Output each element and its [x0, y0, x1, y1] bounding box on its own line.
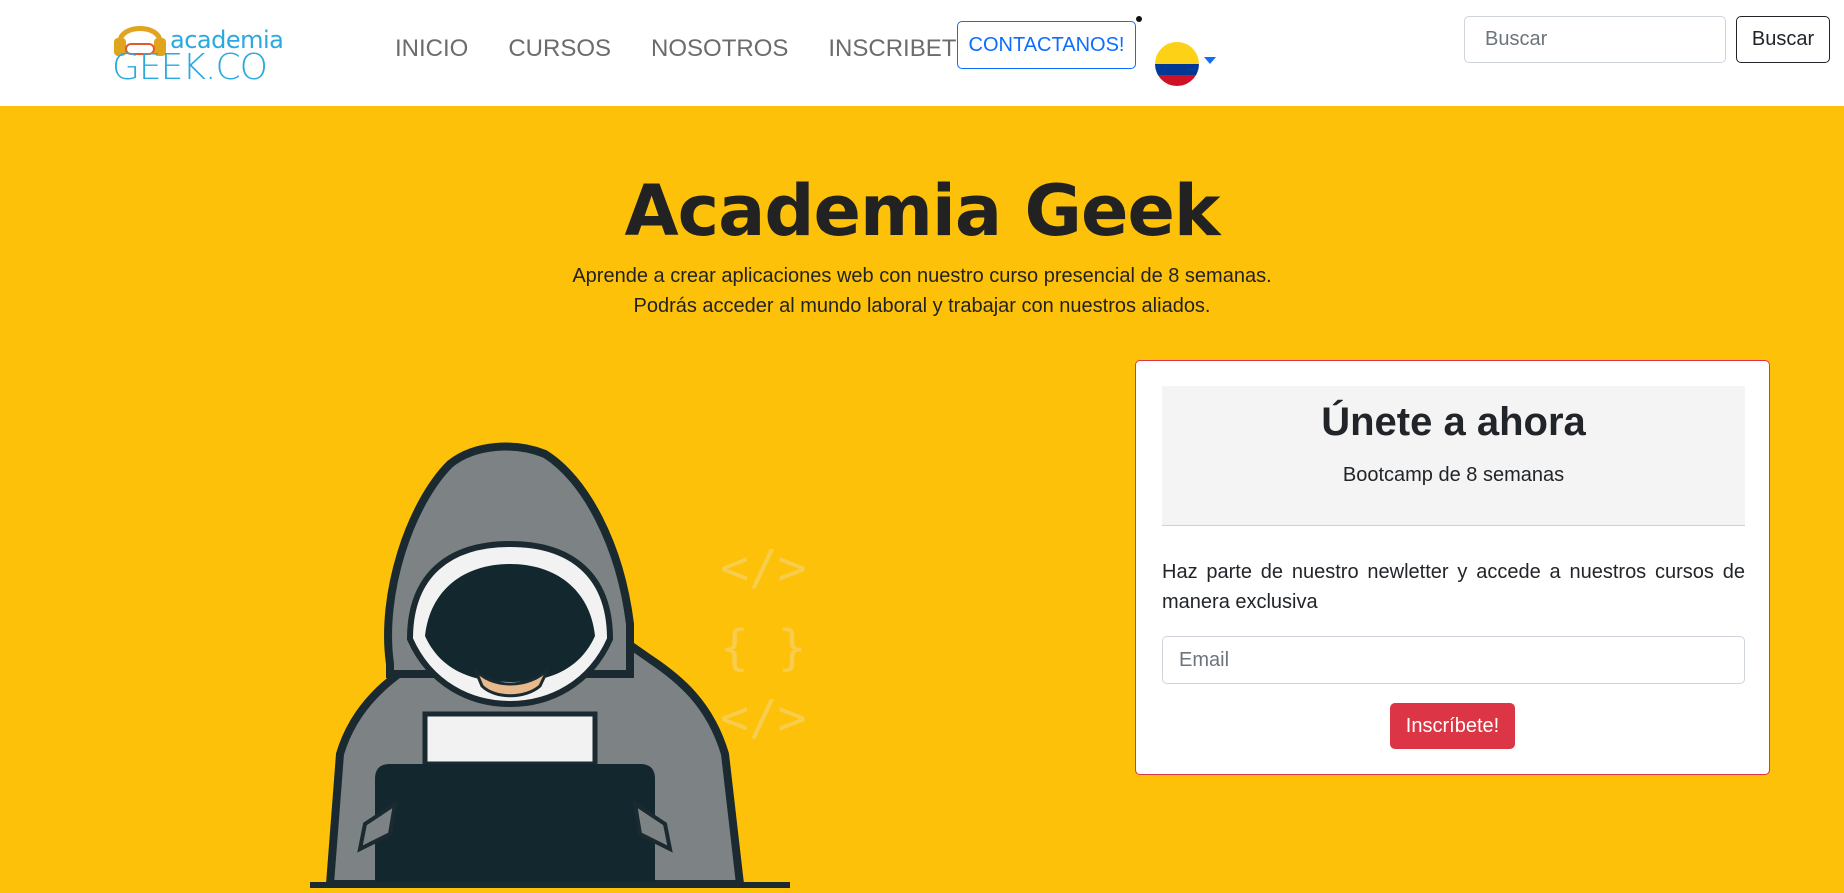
- brand-logo[interactable]: academia GEEK.CO: [112, 16, 284, 88]
- colombia-flag-icon[interactable]: [1155, 42, 1199, 86]
- nav-link-inicio[interactable]: INICIO: [395, 34, 468, 64]
- hero-subtitle: Aprende a crear aplicaciones web con nue…: [0, 261, 1844, 321]
- svg-text:</>: </>: [720, 540, 807, 596]
- hero-title: Academia Geek: [624, 170, 1221, 252]
- svg-text:</>: </>: [720, 690, 807, 746]
- signup-card-subtitle: Bootcamp de 8 semanas: [1342, 464, 1565, 486]
- nav-link-nosotros[interactable]: NOSOTROS: [651, 34, 788, 64]
- status-dot: [1136, 16, 1142, 22]
- contact-button[interactable]: CONTACTANOS!: [957, 21, 1136, 69]
- main-nav: INICIO CURSOS NOSOTROS INSCRIBETE: [395, 34, 1012, 64]
- signup-card-title: Únete a ahora: [1321, 400, 1586, 444]
- nav-link-inscribete[interactable]: INSCRIBETE: [828, 34, 972, 64]
- hero-subtitle-line-1: Aprende a crear aplicaciones web con nue…: [572, 265, 1272, 287]
- brand-big-text: GEEK.CO: [112, 47, 268, 88]
- svg-text:{ }: { }: [720, 620, 807, 676]
- search-button[interactable]: Buscar: [1736, 16, 1830, 63]
- hooded-hacker-illustration: </> { } </>: [310, 442, 807, 888]
- hero-section: Academia Geek Aprende a crear aplicacion…: [0, 106, 1844, 893]
- signup-card-text: Haz parte de nuestro newletter y accede …: [1162, 561, 1745, 613]
- search-input[interactable]: [1464, 16, 1726, 63]
- caret-down-icon[interactable]: [1204, 57, 1216, 64]
- nav-link-cursos[interactable]: CURSOS: [508, 34, 611, 64]
- email-field[interactable]: [1162, 636, 1745, 684]
- subscribe-button[interactable]: Inscríbete!: [1390, 703, 1515, 749]
- navbar: academia GEEK.CO INICIO CURSOS NOSOTROS …: [0, 0, 1844, 106]
- signup-card: Únete a ahora Bootcamp de 8 semanas Haz …: [1135, 360, 1770, 775]
- hero-subtitle-line-2: Podrás acceder al mundo laboral y trabaj…: [633, 295, 1211, 317]
- signup-card-header: Únete a ahora Bootcamp de 8 semanas: [1162, 386, 1745, 526]
